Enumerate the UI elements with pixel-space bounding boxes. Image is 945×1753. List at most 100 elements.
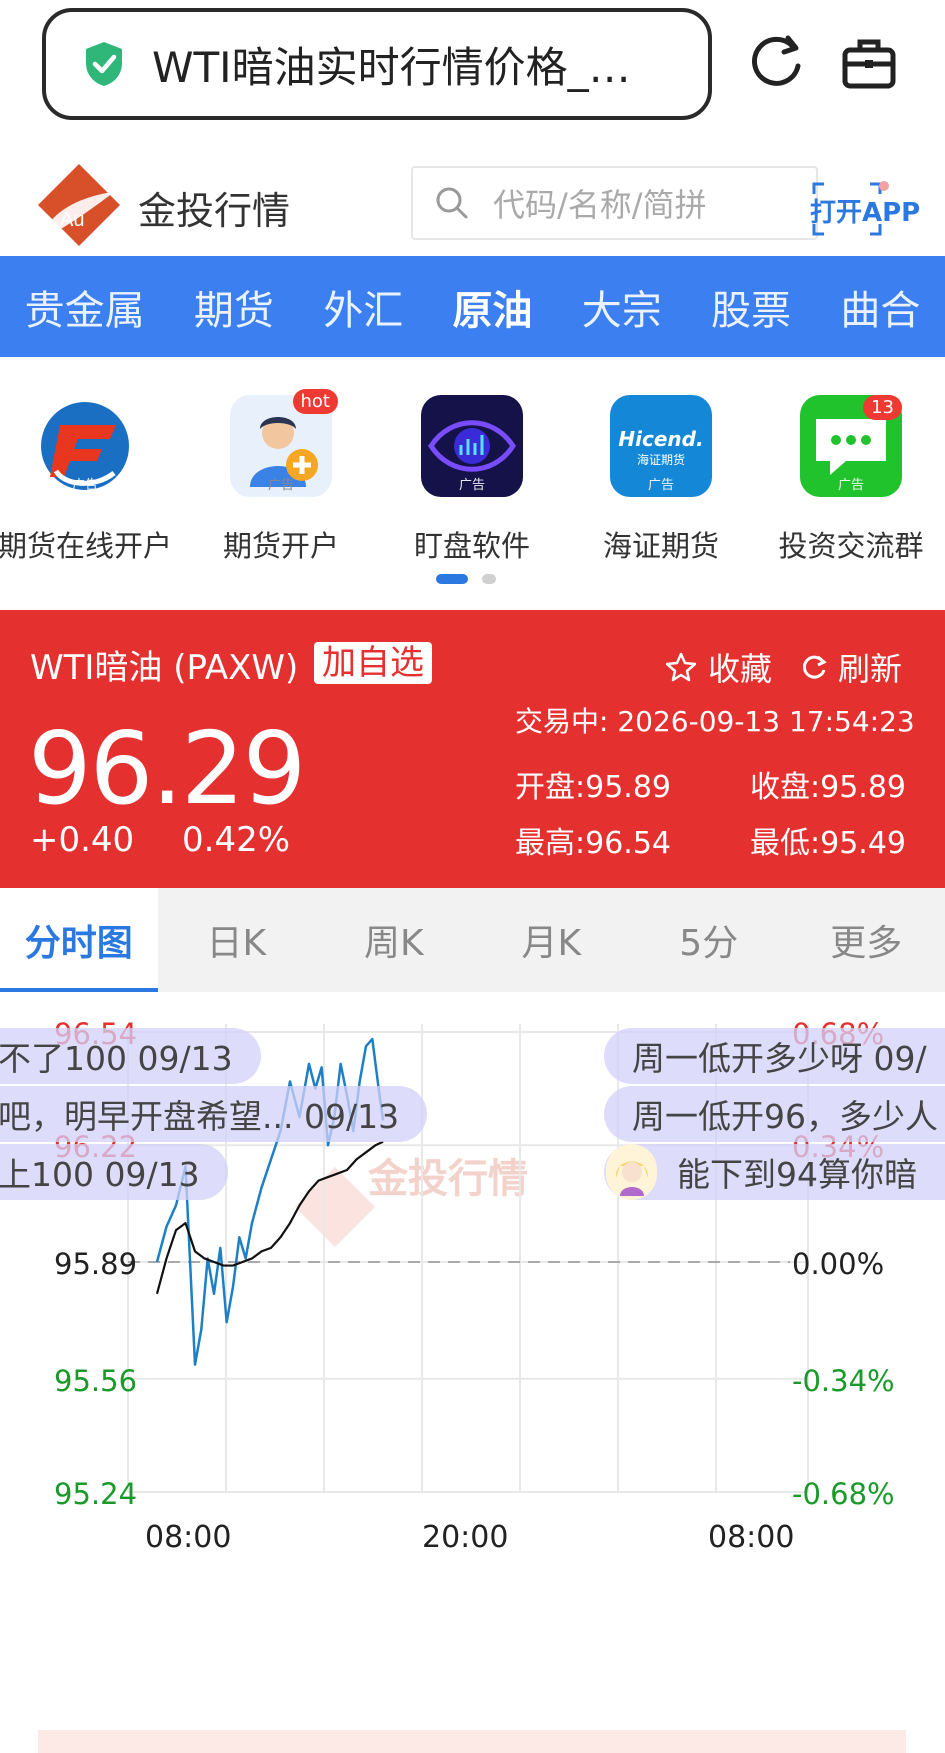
- app-item-watch-software[interactable]: 广告 盯盘软件: [377, 395, 567, 565]
- comment-bubble[interactable]: 周一低开96，多少人: [604, 1086, 945, 1142]
- app-label: 盯盘软件: [413, 529, 530, 563]
- search-input[interactable]: 代码/名称/简拼: [411, 166, 818, 240]
- watermark-logo: [295, 1167, 375, 1247]
- page-dot[interactable]: [482, 574, 496, 584]
- comment-bubble[interactable]: 上100 09/13: [0, 1144, 228, 1200]
- price-change-percent: 0.42%: [182, 820, 291, 860]
- comment-bubble[interactable]: 周一低开多少呀 09/: [604, 1028, 945, 1084]
- page-indicator: [436, 574, 496, 584]
- futures-online-icon: 广告: [34, 395, 136, 497]
- eye-chart-icon: 广告: [421, 395, 523, 497]
- comment-text: 周一低开96，多少人: [632, 1097, 938, 1136]
- hicend-icon: Hicend. 海证期货 广告: [610, 395, 712, 497]
- y-tick-label-right: -0.68%: [792, 1477, 895, 1511]
- reload-icon[interactable]: [748, 34, 806, 92]
- comment-text: 能下到94算你暗: [677, 1155, 917, 1194]
- last-price: 96.29: [28, 710, 306, 827]
- tab-weekly-k[interactable]: 周K: [315, 888, 473, 992]
- open-app-button[interactable]: 打开APP: [810, 180, 920, 238]
- address-bar[interactable]: WTI暗油实时行情价格_…: [42, 8, 712, 120]
- bottom-banner: [38, 1730, 906, 1753]
- briefcase-icon[interactable]: [840, 34, 898, 92]
- app-label: 海证期货: [602, 529, 719, 563]
- hot-badge: hot: [292, 389, 338, 414]
- chat-icon: 13 广告: [800, 395, 902, 497]
- y-tick-label-right: 0.00%: [792, 1247, 884, 1281]
- brand-name: 金投行情: [138, 189, 291, 233]
- avatar: [606, 1144, 657, 1200]
- app-label: 期货开户: [222, 529, 339, 563]
- nav-item-crude-oil[interactable]: 原油: [452, 278, 532, 336]
- watermark-text: 金投行情: [367, 1156, 528, 1202]
- nav-item-precious-metals[interactable]: 贵金属: [25, 278, 145, 336]
- ad-tag: 广告: [71, 478, 98, 493]
- app-item-futures-account[interactable]: hot 广告 期货开户: [186, 389, 376, 565]
- y-tick-label-right: -0.34%: [792, 1364, 895, 1398]
- site-header: Au 金投行情 代码/名称/简拼 打开APP: [0, 150, 945, 256]
- quote-panel: WTI暗油 (PAXW) 加自选 收藏 刷新 交易中: 2026-09-13 1…: [0, 610, 945, 888]
- open-price: 开盘:95.89: [515, 770, 671, 805]
- refresh-label: 刷新: [838, 650, 903, 688]
- app-shortcuts: 广告 期货在线开户 hot 广告 期货开户 广告 盯盘软件 Hicend. 海证…: [0, 357, 945, 610]
- app-label: 期货在线开户: [0, 529, 172, 563]
- ad-tag: 广告: [647, 478, 674, 493]
- y-tick-label-left: 95.89: [54, 1247, 137, 1281]
- futures-account-icon: hot 广告: [230, 389, 338, 497]
- tab-daily-k[interactable]: 日K: [158, 888, 316, 992]
- star-icon: [666, 652, 696, 682]
- tab-more[interactable]: 更多: [788, 888, 945, 992]
- category-nav: 贵金属 期货 外汇 原油 大宗 股票 曲合: [0, 256, 945, 357]
- notification-badge: 13: [863, 395, 902, 420]
- chart-tabs: 分时图 日K 周K 月K 5分 更多: [0, 888, 945, 992]
- app-item-hicend[interactable]: Hicend. 海证期货 广告 海证期货: [566, 395, 756, 565]
- ad-tag: 广告: [837, 478, 864, 493]
- y-tick-label-left: 95.24: [54, 1477, 137, 1511]
- add-watchlist-button[interactable]: 加自选: [314, 642, 432, 684]
- search-icon: [436, 187, 468, 219]
- refresh-icon: [802, 655, 827, 679]
- tab-5min[interactable]: 5分: [630, 888, 788, 992]
- search-placeholder: 代码/名称/简拼: [493, 186, 707, 224]
- comment-bubble[interactable]: 吧，明早开盘希望... 09/13: [0, 1086, 428, 1142]
- app-label: 投资交流群: [778, 529, 924, 563]
- favorite-button[interactable]: 收藏: [666, 644, 772, 690]
- price-change: +0.40: [30, 820, 135, 860]
- ad-tag: 广告: [458, 478, 485, 493]
- shield-check-icon: [86, 42, 122, 86]
- page-title: WTI暗油实时行情价格_…: [152, 42, 631, 92]
- open-app-label: 打开APP: [810, 198, 921, 228]
- ad-tag: 广告: [267, 478, 294, 493]
- nav-item-more[interactable]: 曲合: [840, 278, 920, 336]
- tab-intraday[interactable]: 分时图: [0, 888, 158, 992]
- nav-item-forex[interactable]: 外汇: [323, 278, 403, 336]
- comment-bubble[interactable]: 能下到94算你暗: [604, 1144, 945, 1200]
- nav-item-futures[interactable]: 期货: [194, 278, 274, 336]
- refresh-button[interactable]: 刷新: [800, 644, 902, 690]
- comment-bubble[interactable]: 不了100 09/13: [0, 1028, 261, 1084]
- low-price: 最低:95.49: [750, 826, 906, 861]
- x-tick-label: 08:00: [145, 1520, 231, 1555]
- high-price: 最高:96.54: [515, 826, 671, 861]
- x-tick-label: 08:00: [708, 1520, 794, 1555]
- nav-item-commodities[interactable]: 大宗: [582, 278, 662, 336]
- favorite-label: 收藏: [708, 650, 773, 688]
- intraday-chart[interactable]: 金投行情96.5496.2295.8995.5695.240.68%0.34%0…: [0, 992, 945, 1753]
- tab-monthly-k[interactable]: 月K: [473, 888, 631, 992]
- comment-text: 上100 09/13: [0, 1155, 200, 1194]
- y-tick-label-left: 95.56: [54, 1364, 137, 1398]
- hicend-sub-text: 海证期货: [636, 453, 685, 467]
- nav-item-stocks[interactable]: 股票: [711, 278, 791, 336]
- page-dot-active[interactable]: [436, 574, 468, 584]
- svg-text:Au: Au: [60, 209, 84, 231]
- hicend-logo-text: Hicend.: [618, 427, 704, 451]
- comment-text: 周一低开多少呀 09/: [632, 1039, 927, 1078]
- close-price: 收盘:95.89: [750, 770, 906, 805]
- app-item-futures-online[interactable]: 广告 期货在线开户: [0, 395, 180, 565]
- comment-text: 吧，明早开盘希望... 09/13: [0, 1097, 400, 1136]
- x-tick-label: 20:00: [422, 1520, 508, 1555]
- browser-bar: WTI暗油实时行情价格_…: [0, 0, 945, 130]
- app-item-chat-group[interactable]: 13 广告 投资交流群: [756, 395, 945, 565]
- logo[interactable]: Au: [36, 162, 122, 248]
- instrument-name: WTI暗油 (PAXW): [30, 648, 299, 688]
- trading-status: 交易中: 2026-09-13 17:54:23: [515, 705, 915, 738]
